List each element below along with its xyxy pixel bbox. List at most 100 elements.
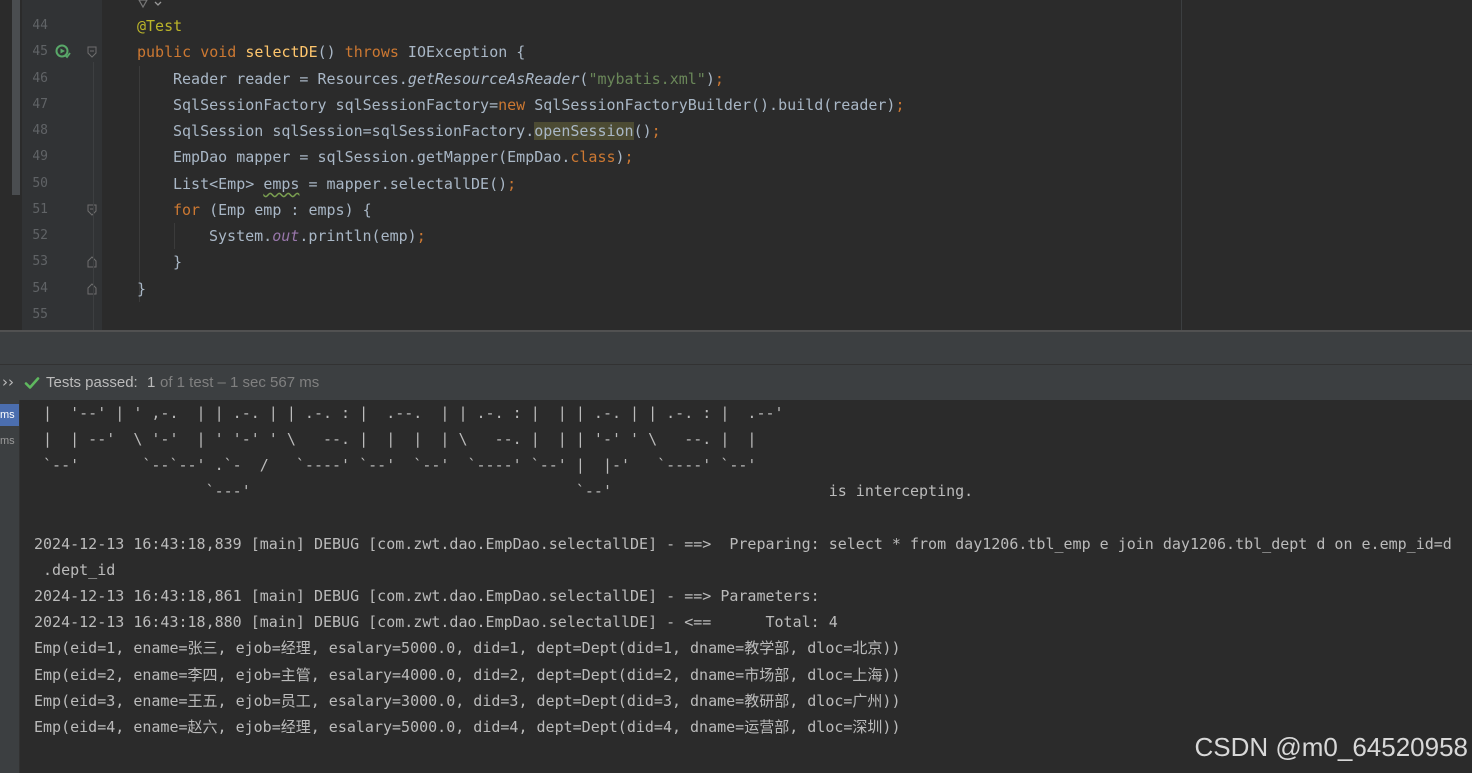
code-line-46[interactable]: Reader reader = Resources.getResourceAsR… [173, 66, 724, 92]
run-test-icon[interactable] [55, 44, 71, 60]
line-number: 50 [32, 176, 48, 191]
gutter-line-55: 55 [22, 302, 102, 328]
line-number: 47 [32, 97, 48, 112]
console-line: Emp(eid=3, ename=王五, ejob=员工, esalary=30… [34, 692, 901, 710]
code-line-49[interactable]: EmpDao mapper = sqlSession.getMapper(Emp… [173, 144, 634, 170]
warning-variable: emps [263, 175, 300, 193]
editor-gutter: 44 45 46 47 48 49 50 51 52 53 54 55 [22, 0, 102, 330]
intention-hint-icon[interactable] [136, 0, 164, 10]
code-line-51[interactable]: for (Emp emp : emps) { [173, 197, 372, 223]
line-number: 49 [32, 149, 48, 164]
fold-guide [93, 62, 94, 330]
semicolon: ; [624, 148, 634, 166]
console-line: 2024-12-13 16:43:18,861 [main] DEBUG [co… [34, 587, 829, 605]
code-text: Reader reader = Resources. [173, 70, 408, 88]
console-line: `---' `--' is intercepting. [34, 482, 974, 500]
static-field: out [272, 227, 300, 245]
code-line-52[interactable]: System.out.println(emp); [209, 223, 426, 249]
right-margin-guide [1181, 0, 1182, 330]
code-text: ) [705, 70, 715, 88]
line-number: 46 [32, 71, 48, 86]
gutter-line-44: 44 [22, 13, 102, 39]
highlighted-usage: openSession [534, 122, 634, 140]
fold-end-icon[interactable] [86, 283, 98, 295]
code-line-47[interactable]: SqlSessionFactory sqlSessionFactory=new … [173, 92, 905, 118]
keyword: void [200, 43, 237, 61]
semicolon: ; [651, 122, 661, 140]
console-line: | | --' \ '-' | ' '-' ' \ --. | | | | \ … [34, 430, 757, 448]
code-line-54[interactable]: } [137, 276, 146, 302]
gutter-line-50: 50 [22, 171, 102, 197]
run-panel-header [0, 332, 1472, 364]
semicolon: ; [714, 70, 724, 88]
gutter-line-53: 53 [22, 249, 102, 275]
test-tree-item[interactable]: ms [0, 430, 19, 452]
console-line: .dept_id [34, 561, 116, 579]
code-area[interactable]: @Test public void selectDE() throws IOEx… [102, 0, 1180, 330]
test-duration: ms [0, 435, 15, 447]
semicolon: ; [895, 96, 905, 114]
test-tree-item[interactable]: ms [0, 404, 19, 426]
gutter-line-54: 54 [22, 276, 102, 302]
tests-detail: of 1 test – 1 sec 567 ms [160, 374, 320, 391]
line-number: 52 [32, 228, 48, 243]
console-line: Emp(eid=2, ename=李四, ejob=主管, esalary=40… [34, 666, 901, 684]
static-method: getResourceAsReader [407, 70, 580, 88]
code-text: SqlSession sqlSession=sqlSessionFactory. [173, 122, 535, 140]
semicolon: ; [416, 227, 426, 245]
code-text: .println(emp) [299, 227, 417, 245]
code-line-53[interactable]: } [173, 249, 182, 275]
editor-left-strip [0, 0, 22, 330]
semicolon: ; [507, 175, 517, 193]
code-line-48[interactable]: SqlSession sqlSession=sqlSessionFactory.… [173, 118, 661, 144]
gutter-line-49: 49 [22, 144, 102, 170]
console-output[interactable]: | '--' | ' ,-. | | .-. | | .-. : | .--. … [20, 400, 1472, 773]
code-text: } [173, 253, 183, 271]
line-number: 55 [32, 307, 48, 322]
annotation: @Test [137, 17, 183, 35]
console-line: | '--' | ' ,-. | | .-. | | .-. : | .--. … [34, 404, 784, 422]
code-line-50[interactable]: List<Emp> emps = mapper.selectallDE(); [173, 171, 516, 197]
code-line-45[interactable]: public void selectDE() throws IOExceptio… [137, 39, 525, 65]
line-number: 51 [32, 202, 48, 217]
gutter-line-52: 52 [22, 223, 102, 249]
scroll-marker [12, 0, 20, 195]
console-line: `--' `--`--' .`- / `----' `--' `--' `---… [34, 456, 757, 474]
console-line: 2024-12-13 16:43:18,839 [main] DEBUG [co… [34, 535, 1452, 553]
expand-chevron-icon[interactable]: ›› [2, 373, 14, 391]
gutter-line-48: 48 [22, 118, 102, 144]
line-number: 54 [32, 281, 48, 296]
gutter-line-51: 51 [22, 197, 102, 223]
code-editor[interactable]: 44 45 46 47 48 49 50 51 52 53 54 55 @Tes… [0, 0, 1472, 330]
keyword: new [498, 96, 526, 114]
string-literal: "mybatis.xml" [588, 70, 706, 88]
fold-icon[interactable] [86, 204, 98, 216]
code-text: System. [209, 227, 273, 245]
check-icon [24, 377, 40, 389]
keyword: for [173, 201, 201, 219]
code-text: EmpDao mapper = sqlSession.getMapper(Emp… [173, 148, 571, 166]
code-text: SqlSessionFactory sqlSessionFactory= [173, 96, 499, 114]
tests-passed-count: 1 [147, 374, 156, 391]
watermark: CSDN @m0_64520958 [1194, 732, 1468, 762]
console-line: 2024-12-13 16:43:18,880 [main] DEBUG [co… [34, 613, 838, 631]
fold-icon[interactable] [86, 46, 98, 58]
line-number: 44 [32, 18, 48, 33]
line-number: 48 [32, 123, 48, 138]
test-status-bar: ›› Tests passed: 1 of 1 test – 1 sec 567… [0, 364, 1472, 401]
code-text: SqlSessionFactoryBuilder().build(reader) [525, 96, 896, 114]
code-text: } [137, 280, 147, 298]
console-line: Emp(eid=4, ename=赵六, ejob=经理, esalary=50… [34, 718, 901, 736]
keyword: public [137, 43, 192, 61]
test-tree-panel: ms ms [0, 400, 20, 773]
gutter-line-45: 45 [22, 39, 102, 65]
code-text: ) [615, 148, 625, 166]
code-text: (Emp emp : emps) { [200, 201, 372, 219]
console-line: Emp(eid=1, ename=张三, ejob=经理, esalary=50… [34, 639, 901, 657]
test-duration: ms [0, 409, 15, 421]
code-line-44[interactable]: @Test [137, 13, 182, 39]
fold-end-icon[interactable] [86, 256, 98, 268]
gutter-line-46: 46 [22, 66, 102, 92]
code-text: () [633, 122, 652, 140]
code-text: () [317, 43, 345, 61]
